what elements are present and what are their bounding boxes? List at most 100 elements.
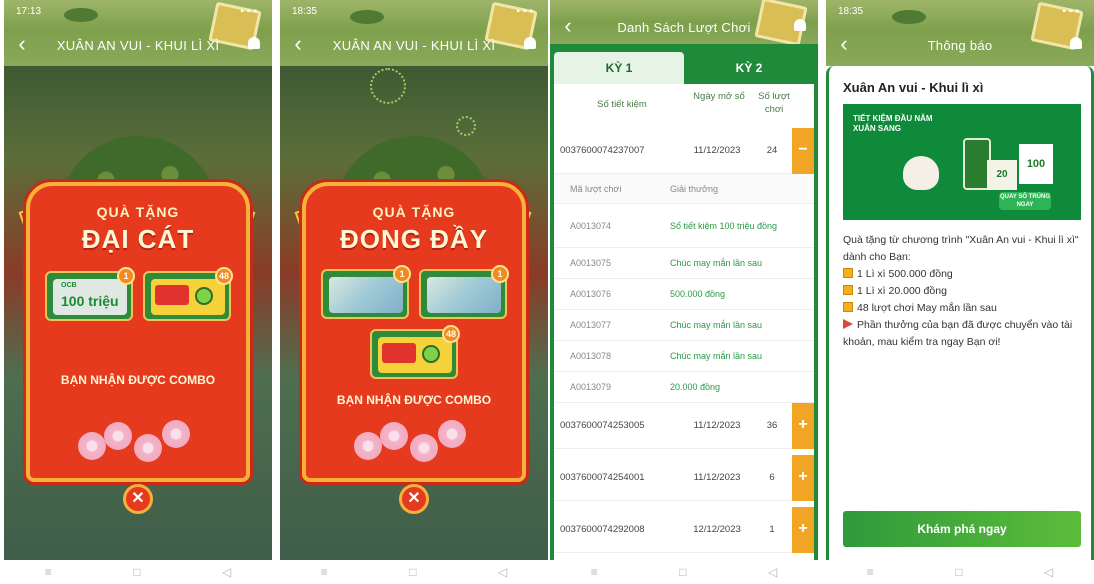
expand-button[interactable]: + <box>792 455 814 501</box>
system-nav-bar: ≡ □ ◁ <box>550 560 818 584</box>
bell-icon[interactable] <box>236 36 272 54</box>
page-title: Thông báo <box>927 37 993 53</box>
list-item: 1 Lì xì 20.000 đồng <box>843 283 1081 300</box>
close-button[interactable]: ✕ <box>399 484 429 514</box>
list-item: 48 lượt chơi May mắn lần sau <box>843 300 1081 317</box>
reward-card: QUÀ TẶNG ĐẠI CÁT OCB 100 triệu 1 48 BẠN … <box>26 182 250 482</box>
menu-icon[interactable]: ≡ <box>45 565 52 579</box>
home-square-icon[interactable]: □ <box>133 565 140 579</box>
home-square-icon[interactable]: □ <box>679 565 686 579</box>
savings-table: Số tiết kiệm Ngày mở sổ Số lượt chơi 003… <box>554 84 814 560</box>
expand-button[interactable]: + <box>792 507 814 553</box>
header-bar: ‹ Danh Sách Lượt Chơi <box>550 0 818 48</box>
header-bar: 17:13 ▪▪▪ ‹ XUÂN AN VUI - KHUI LÌ XÌ <box>4 0 272 66</box>
banknote-icon <box>427 277 501 313</box>
phone-screen-dong-day: 18:35 ▪▪▪ ‹ XUÂN AN VUI - KHUI LÌ XÌ QUÀ… <box>280 0 548 584</box>
firework-decoration <box>456 116 476 136</box>
back-triangle-icon[interactable]: ◁ <box>498 565 507 579</box>
table-row[interactable]: 0037600074254001 11/12/2023 6 + <box>554 455 814 501</box>
home-square-icon[interactable]: □ <box>955 565 962 579</box>
menu-icon[interactable]: ≡ <box>867 565 874 579</box>
play-code: A0013076 <box>570 289 612 299</box>
back-triangle-icon[interactable]: ◁ <box>1044 565 1053 579</box>
list-item: A0013075 Chúc may mắn lần sau <box>554 248 814 279</box>
list-item: 1 Lì xì 500.000 đồng <box>843 266 1081 283</box>
back-button[interactable]: ‹ <box>4 30 40 60</box>
bell-icon[interactable] <box>1058 36 1094 54</box>
notification-body: Quà tặng từ chương trình "Xuân An vui - … <box>843 232 1081 351</box>
combo-text: BẠN NHẬN ĐƯỢC COMBO <box>336 393 492 407</box>
col-savings-number: Số tiết kiệm <box>597 99 647 110</box>
back-triangle-icon[interactable]: ◁ <box>222 565 231 579</box>
page-title: XUÂN AN VUI - KHUI LÌ XÌ <box>56 37 220 53</box>
table-header: Số tiết kiệm Ngày mở sổ Số lượt chơi <box>554 84 814 128</box>
combo-text: BẠN NHẬN ĐƯỢC COMBO <box>60 373 216 387</box>
prize-text: Chúc may mắn lần sau <box>670 351 763 361</box>
notification-note: Phần thưởng của bạn đã được chuyển vào t… <box>843 319 1073 348</box>
header-bar: 18:35 ▪▪▪ ‹ XUÂN AN VUI - KHUI LÌ XÌ <box>280 0 548 66</box>
list-item: A0013078 Chúc may mắn lần sau <box>554 341 814 372</box>
list-item: A0013077 Chúc may mắn lần sau <box>554 310 814 341</box>
status-icons: ▪▪▪ <box>516 6 536 17</box>
play-code: A0013075 <box>570 258 612 268</box>
banner-headline: TIẾT KIỆM ĐẦU NĂM XUÂN SANG <box>853 114 933 133</box>
back-button[interactable]: ‹ <box>826 30 862 60</box>
prize-count-badge: 1 <box>393 265 411 283</box>
prize-good-luck: 48 <box>370 325 460 379</box>
prize-text: Chúc may mắn lần sau <box>670 320 763 330</box>
bell-icon[interactable] <box>512 36 548 54</box>
reward-tier-title: ĐẠI CÁT <box>81 224 195 254</box>
status-bar: 17:13 ▪▪▪ <box>16 6 260 17</box>
close-button[interactable]: ✕ <box>123 484 153 514</box>
play-code: A0013077 <box>570 320 612 330</box>
banner-card-100: 100 <box>1019 144 1053 184</box>
prize-good-luck: 48 <box>143 267 233 321</box>
list-container: KỲ 1 KỲ 2 Số tiết kiệm Ngày mở sổ Số lượ… <box>550 44 818 560</box>
savings-number: 0037600074254001 <box>560 472 645 483</box>
phone-screen-dai-cat: 17:13 ▪▪▪ ‹ XUÂN AN VUI - KHUI LÌ XÌ QUÀ… <box>4 0 272 584</box>
menu-icon[interactable]: ≡ <box>591 565 598 579</box>
notification-panel: Xuân An vui - Khui lì xì TIẾT KIỆM ĐẦU N… <box>826 66 1094 560</box>
back-triangle-icon[interactable]: ◁ <box>768 565 777 579</box>
gift-icon <box>843 302 853 312</box>
prize-text: 500.000 đồng <box>670 289 726 299</box>
system-nav-bar: ≡ □ ◁ <box>4 560 272 584</box>
prize-count-badge: 1 <box>491 265 509 283</box>
mascot-icon <box>195 287 213 305</box>
table-row[interactable]: 0037600074292008 12/12/2023 1 + <box>554 507 814 553</box>
status-bar: 18:35 ▪▪▪ <box>292 6 536 17</box>
turn-count: 36 <box>766 420 778 431</box>
play-code: A0013074 <box>570 220 612 231</box>
header-bar: 18:35 ▪▪▪ ‹ Thông báo <box>826 0 1094 66</box>
explore-now-button[interactable]: Khám phá ngay <box>843 511 1081 547</box>
list-item: A0013079 20.000 đồng <box>554 372 814 403</box>
prize-lucky-money: 1 <box>419 265 509 319</box>
cat-mascot-icon <box>903 156 939 190</box>
tab-period-1[interactable]: KỲ 1 <box>554 52 684 84</box>
table-row[interactable]: 0037600074253005 11/12/2023 36 + <box>554 403 814 449</box>
cash-amount: 100 triệu <box>61 293 119 309</box>
page-title: Danh Sách Lượt Chơi <box>617 19 751 35</box>
system-nav-bar: ≡ □ ◁ <box>826 560 1094 584</box>
peach-blossom-decoration <box>78 418 198 466</box>
savings-number: 0037600074237007 <box>560 145 645 156</box>
open-date: 11/12/2023 <box>693 420 741 431</box>
home-square-icon[interactable]: □ <box>409 565 416 579</box>
status-bar: 18:35 ▪▪▪ <box>838 6 1082 17</box>
promo-banner[interactable]: TIẾT KIỆM ĐẦU NĂM XUÂN SANG 20 100 QUAY … <box>843 104 1081 220</box>
turn-count: 6 <box>769 472 775 483</box>
col-open-date: Ngày mở sổ <box>693 91 745 102</box>
table-row[interactable]: 0037600074237007 11/12/2023 24 − <box>554 128 814 174</box>
menu-icon[interactable]: ≡ <box>321 565 328 579</box>
tab-period-2[interactable]: KỲ 2 <box>684 52 814 84</box>
play-code: A0013078 <box>570 351 612 361</box>
turn-count: 1 <box>769 524 775 535</box>
back-button[interactable]: ‹ <box>550 12 586 42</box>
phone-screen-notification: 18:35 ▪▪▪ ‹ Thông báo Xuân An vui - Khui… <box>826 0 1094 584</box>
bell-icon[interactable] <box>782 18 818 36</box>
expand-button[interactable]: + <box>792 403 814 449</box>
collapse-button[interactable]: − <box>792 128 814 174</box>
prize-text: Chúc may mắn lần sau <box>670 258 763 268</box>
open-date: 12/12/2023 <box>693 524 741 535</box>
back-button[interactable]: ‹ <box>280 30 316 60</box>
